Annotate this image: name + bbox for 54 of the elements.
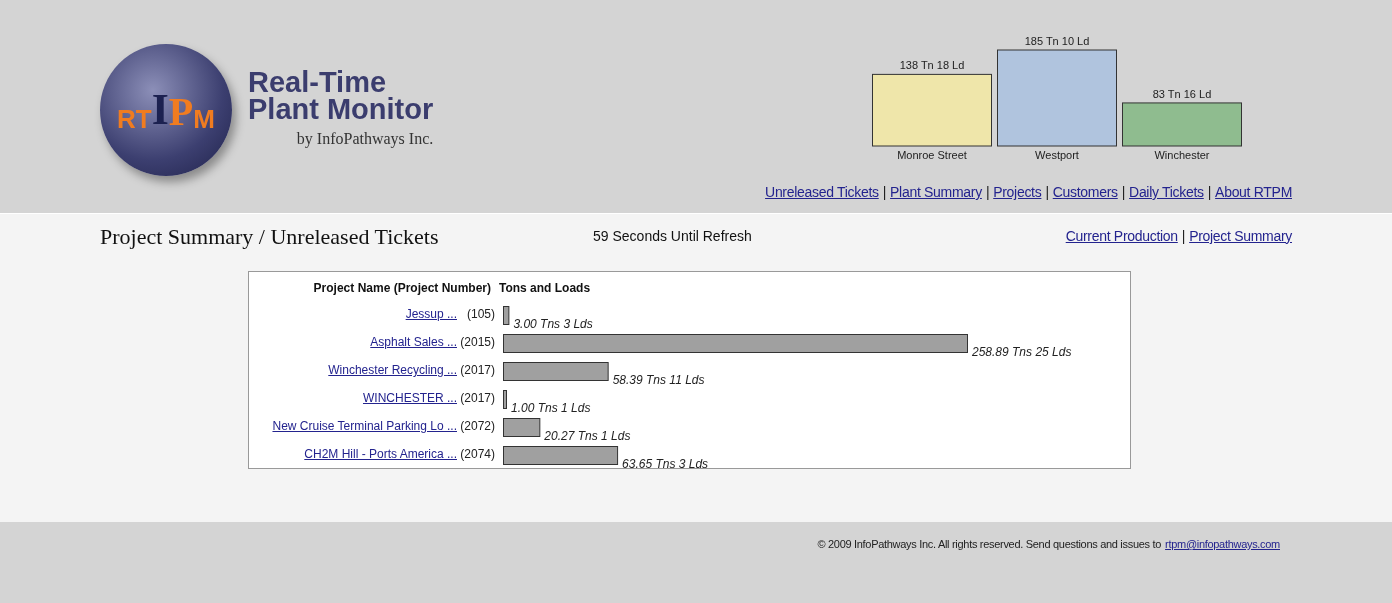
tonnage-reading: 3.00 Tns 3 Lds <box>513 317 593 331</box>
nav-link[interactable]: Project Summary <box>1189 225 1292 247</box>
plant-reading: 185 Tn 10 Ld <box>1024 35 1090 47</box>
separator: | <box>984 183 991 202</box>
separator: | <box>1206 183 1213 202</box>
app-title: Real-Time <box>248 69 387 96</box>
logo-letters: RT <box>117 106 152 132</box>
email-link[interactable]: rtpm@infopathways.com <box>1165 536 1280 553</box>
nav-link[interactable]: About RTPM <box>1215 182 1292 203</box>
tonnage-reading: 63.65 Tns 3 Lds <box>622 457 709 468</box>
column-header: Project Name (Project Number) <box>312 280 491 297</box>
separator: | <box>881 183 888 202</box>
nav-link[interactable]: Unreleased Tickets <box>765 182 879 203</box>
byline: by InfoPathways Inc. <box>296 129 434 150</box>
project-number: (2074) <box>459 446 495 463</box>
separator: | <box>1120 183 1127 202</box>
project-link[interactable]: Winchester Recycling ... <box>328 361 457 379</box>
plant-reading: 138 Tn 18 Ld <box>899 59 965 72</box>
project-number: (2072) <box>459 418 495 435</box>
nav-link[interactable]: Plant Summary <box>890 182 982 203</box>
project-link[interactable]: CH2M Hill - Ports America ... <box>304 445 457 463</box>
project-link[interactable]: Asphalt Sales ... <box>370 333 457 351</box>
logo-letter: I <box>151 88 169 132</box>
project-link[interactable]: WINCHESTER ... <box>363 389 457 407</box>
project-number: (2017) <box>459 390 495 407</box>
separator: | <box>1180 226 1187 246</box>
tonnage-bar <box>503 418 541 437</box>
project-number: (2017) <box>459 362 495 379</box>
nav-link[interactable]: Projects <box>993 182 1042 203</box>
tonnage-bar <box>503 306 510 325</box>
project-link[interactable]: New Cruise Terminal Parking Lo ... <box>272 417 457 435</box>
plant-name: Westport <box>1035 149 1079 161</box>
copyright-text: © 2009 InfoPathways Inc. All rights reserved. Send questions and issues to <box>817 537 1162 552</box>
column-header: Tons and Loads <box>499 280 591 297</box>
nav-link[interactable]: Daily Tickets <box>1129 182 1204 203</box>
tonnage-reading: 58.39 Tns 11 Lds <box>612 373 705 387</box>
project-link[interactable]: Jessup ... <box>405 305 457 323</box>
project-number: (105) <box>466 306 495 323</box>
plant-reading: 83 Tn 16 Ld <box>1152 87 1212 100</box>
refresh-countdown: 59 Seconds Until Refresh <box>593 226 752 246</box>
tonnage-reading: 1.00 Tns 1 Lds <box>511 401 591 415</box>
plant-name: Winchester <box>1154 149 1210 161</box>
nav-link[interactable]: Current Production <box>1065 225 1178 247</box>
logo-letter: P <box>168 92 194 132</box>
logo-letter: M <box>193 106 215 132</box>
project-number: (2015) <box>459 334 495 351</box>
separator: | <box>1044 183 1050 202</box>
plant-name: Monroe Street <box>897 149 967 161</box>
tonnage-reading: 20.27 Tns 1 Lds <box>544 429 631 443</box>
tonnage-bar <box>503 390 507 409</box>
app-title: Plant Monitor <box>248 96 434 123</box>
tonnage-reading: 258.89 Tns 25 Lds <box>972 345 1072 359</box>
page-title: Project Summary / Unreleased Tickets <box>100 222 440 251</box>
nav-link[interactable]: Customers <box>1052 182 1118 203</box>
